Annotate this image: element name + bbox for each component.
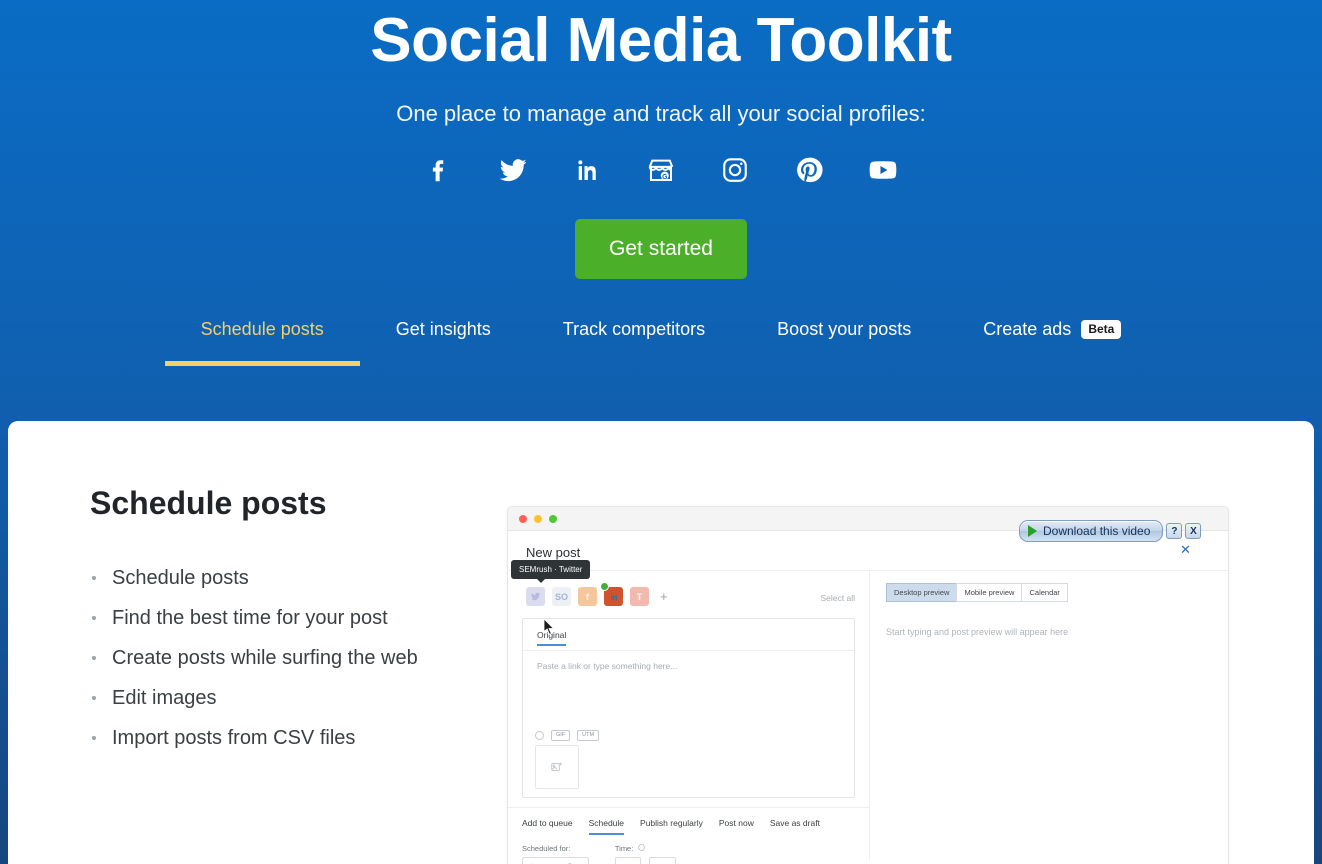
tab-create-ads[interactable]: Create ads Beta <box>947 319 1157 366</box>
tab-label: Get insights <box>395 319 491 340</box>
emoji-icon[interactable] <box>535 730 544 740</box>
post-editor: Original Paste a link or type something … <box>522 618 855 798</box>
editor-tools: GIF UTM <box>535 729 600 741</box>
gif-button[interactable]: GIF <box>551 729 571 741</box>
tab-desktop-preview[interactable]: Desktop preview <box>886 583 958 602</box>
select-all-link[interactable]: Select all <box>821 593 856 603</box>
add-image-button[interactable] <box>535 745 579 789</box>
tab-original[interactable]: Original <box>537 630 567 646</box>
svg-text:G: G <box>662 174 667 181</box>
tab-save-as-draft[interactable]: Save as draft <box>770 818 820 835</box>
page-title: Social Media Toolkit <box>370 6 952 75</box>
publish-mode-tabs: Add to queue Schedule Publish regularly … <box>508 807 869 835</box>
download-label: Download this video <box>1043 524 1151 538</box>
instagram-icon[interactable] <box>718 153 752 187</box>
time-label-text: Time: <box>614 844 634 853</box>
close-button[interactable]: X <box>1185 523 1202 539</box>
tab-schedule-posts[interactable]: Schedule posts <box>164 319 360 367</box>
pinterest-icon[interactable] <box>792 153 826 187</box>
scheduled-for-field: Scheduled for: Tue, April 23 <box>522 844 589 864</box>
feature-description: Schedule posts Schedule posts Find the b… <box>90 485 490 760</box>
time-minutes-input[interactable]: 00 <box>649 857 676 864</box>
post-text-input[interactable]: Paste a link or type something here... <box>523 651 854 671</box>
utm-button[interactable]: UTM <box>577 729 600 741</box>
tab-post-now[interactable]: Post now <box>719 818 754 835</box>
twitter-icon[interactable] <box>496 153 530 187</box>
list-item: Schedule posts <box>90 560 490 596</box>
window-close-dot <box>519 514 527 523</box>
hero-section: Social Media Toolkit One place to manage… <box>0 0 1322 367</box>
date-input[interactable]: Tue, April 23 <box>522 857 589 864</box>
tab-mobile-preview[interactable]: Mobile preview <box>956 583 1023 602</box>
profile-tooltip: SEMrush · Twitter <box>511 560 591 583</box>
social-network-icons: G <box>0 153 1322 187</box>
time-hours-input[interactable]: 00 <box>614 857 642 864</box>
preview-tabs: Desktop preview Mobile preview Calendar <box>886 583 1228 602</box>
tab-label: Boost your posts <box>777 319 912 340</box>
preview-placeholder-text: Start typing and post preview will appea… <box>886 627 1069 637</box>
other-profile-avatar[interactable]: T <box>630 587 649 606</box>
hero-subtitle: One place to manage and track all your s… <box>396 101 926 127</box>
youtube-icon[interactable] <box>866 153 900 187</box>
help-button[interactable]: ? <box>1166 523 1183 539</box>
twitter-profile-avatar[interactable] <box>526 587 545 606</box>
tab-boost-your-posts[interactable]: Boost your posts <box>741 319 947 366</box>
linkedin-profile-avatar[interactable] <box>600 582 623 606</box>
window-minimize-dot <box>534 514 542 523</box>
app-screenshot-mockup: New post SEMrush · Twitter SO f T + Sele… <box>507 506 1229 864</box>
facebook-icon[interactable] <box>422 153 456 187</box>
scheduled-for-label: Scheduled for: <box>522 844 571 853</box>
feature-tabs: Schedule posts Get insights Track compet… <box>0 319 1322 367</box>
seo-profile-avatar[interactable]: SO <box>552 587 571 606</box>
tab-track-competitors[interactable]: Track competitors <box>527 319 741 366</box>
info-icon[interactable] <box>638 844 646 851</box>
download-this-video-button[interactable]: Download this video <box>1019 520 1164 542</box>
list-item: Find the best time for your post <box>90 600 490 636</box>
tab-add-to-queue[interactable]: Add to queue <box>522 818 573 835</box>
download-video-overlay: Download this video ? X ✕ <box>1019 520 1202 557</box>
beta-badge: Beta <box>1081 320 1122 340</box>
editor-tabbar: Original <box>523 619 854 651</box>
feature-title: Schedule posts <box>90 485 327 521</box>
dismiss-icon[interactable]: ✕ <box>1180 542 1191 558</box>
list-item: Create posts while surfing the web <box>90 640 490 676</box>
schedule-fields: Scheduled for: Tue, April 23 Time: <box>508 835 869 864</box>
tab-label: Schedule posts <box>200 319 324 340</box>
add-profile-button[interactable]: + <box>660 590 668 603</box>
post-preview-panel: Desktop preview Mobile preview Calendar … <box>870 570 1228 860</box>
feature-bullet-list: Schedule posts Find the best time for yo… <box>90 560 490 756</box>
tab-label: Track competitors <box>562 319 706 340</box>
tab-label: Create ads <box>983 319 1072 340</box>
window-maximize-dot <box>549 514 557 523</box>
tab-calendar[interactable]: Calendar <box>1021 583 1068 602</box>
time-label: Time: <box>615 844 676 853</box>
post-composer: SEMrush · Twitter SO f T + Select all Or… <box>508 560 870 864</box>
list-item: Edit images <box>90 680 490 716</box>
linkedin-icon[interactable] <box>570 153 604 187</box>
tab-get-insights[interactable]: Get insights <box>360 319 527 366</box>
google-business-icon[interactable]: G <box>644 153 678 187</box>
facebook-profile-avatar[interactable]: f <box>578 587 597 606</box>
list-item: Import posts from CSV files <box>90 720 490 756</box>
tab-publish-regularly[interactable]: Publish regularly <box>640 818 703 835</box>
time-field: Time: 00 : 00 <box>614 844 676 864</box>
selected-check-icon <box>600 582 609 591</box>
play-icon <box>1028 525 1037 537</box>
get-started-button[interactable]: Get started <box>575 219 747 280</box>
tab-schedule[interactable]: Schedule <box>588 818 625 835</box>
